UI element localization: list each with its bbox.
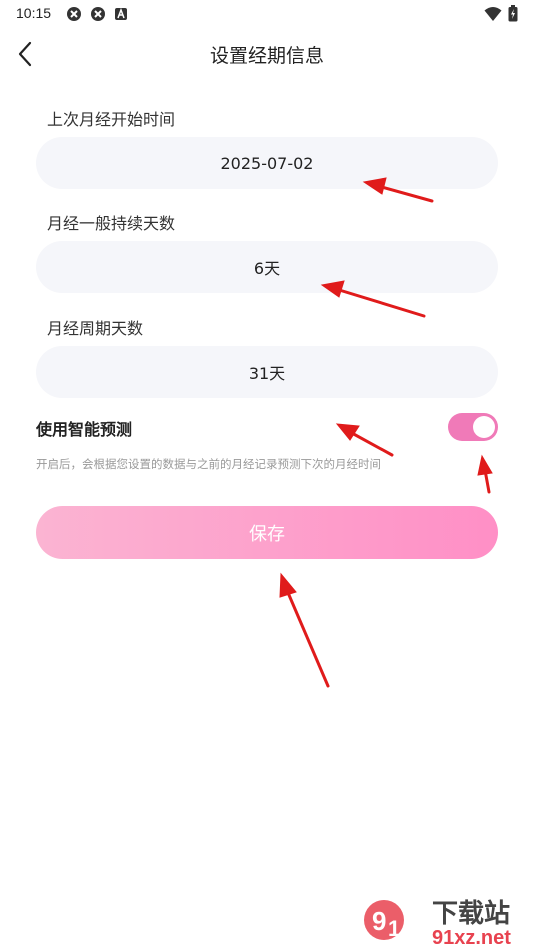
cycle-field[interactable]: 31天 [36,346,498,398]
smart-predict-label: 使用智能预测 [36,420,133,439]
header: 设置经期信息 [0,28,534,80]
cycle-value: 31天 [248,364,286,383]
watermark-main-text: 下载站 [432,899,510,929]
battery-icon [508,5,518,22]
duration-label: 月经一般持续天数 [47,214,176,233]
cycle-label: 月经周期天数 [47,319,144,338]
status-time: 10:15 [16,5,52,21]
arrow-annotation-toggle [477,454,493,494]
toggle-knob [473,416,495,438]
smart-predict-toggle[interactable] [448,413,498,441]
smart-predict-description: 开启后，会根据您设置的数据与之前的月经记录预测下次的月经时间 [36,457,381,471]
watermark-site-text: 91xz.net [432,927,511,948]
last-period-label: 上次月经开始时间 [47,110,176,129]
status-icons-left [66,6,128,22]
duration-field[interactable]: 6天 [36,241,498,293]
arrow-annotation-save [279,572,330,688]
sync-icon [91,7,105,21]
arrow-annotation-predict [335,423,394,457]
duration-value: 6天 [253,259,281,278]
save-button-label: 保存 [249,523,285,545]
svg-text:1: 1 [388,916,400,941]
watermark-logo: 9 1 下载站 91xz.net [364,899,511,949]
a-badge-icon [115,7,127,20]
sync-icon [67,7,81,21]
status-icons-right [484,5,518,22]
svg-text:9: 9 [372,906,386,936]
page-title: 设置经期信息 [209,45,324,67]
watermark: 9 1 下载站 91xz.net [362,890,530,949]
status-bar: 10:15 [0,0,534,28]
last-period-field[interactable]: 2025-07-02 [36,137,498,189]
last-period-value: 2025-07-02 [220,153,314,173]
save-button[interactable]: 保存 [36,506,498,559]
wifi-icon [484,6,502,21]
